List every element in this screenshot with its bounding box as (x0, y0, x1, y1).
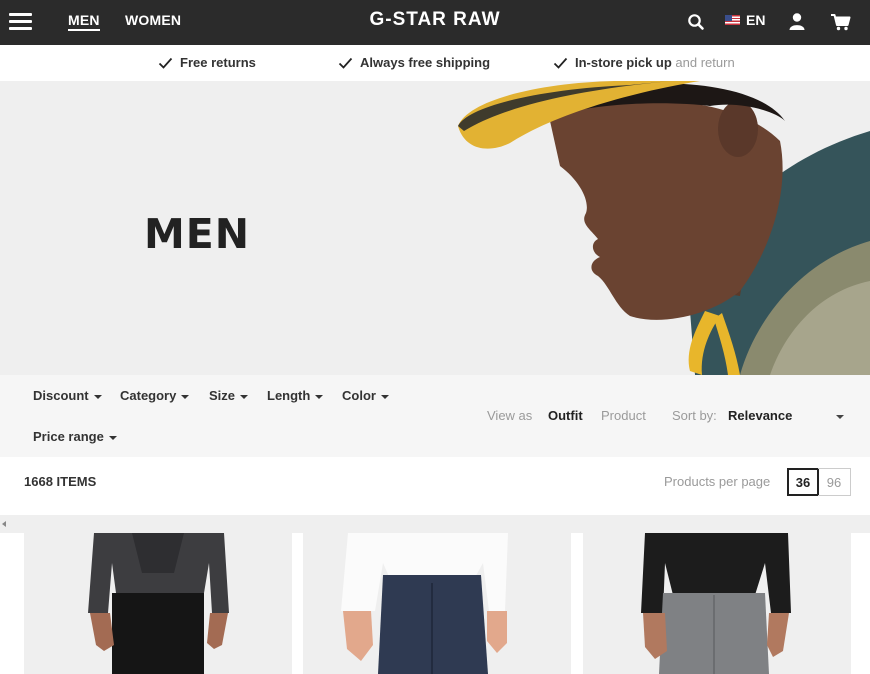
sort-by-label: Sort by: (672, 408, 717, 423)
filter-price-range[interactable]: Price range (33, 429, 117, 444)
benefit-label-suffix: and return (671, 55, 735, 70)
listing-toolbar: 1668 ITEMS Products per page 36 96 (0, 457, 870, 515)
language-label: EN (746, 12, 766, 28)
chevron-down-icon (181, 394, 190, 399)
us-flag-icon (725, 15, 740, 25)
chevron-down-icon (93, 394, 102, 399)
view-product-toggle[interactable]: Product (601, 408, 646, 423)
chevron-down-icon (836, 415, 844, 419)
product-image-denim-jacket (88, 533, 229, 674)
top-navigation: MEN WOMEN G-STAR RAW EN (0, 0, 870, 45)
product-card[interactable] (583, 533, 851, 674)
benefits-bar: Free returns Always free shipping In-sto… (0, 45, 870, 81)
page-title: MEN (144, 210, 251, 258)
benefit-label: In-store pick up (575, 55, 672, 70)
filter-length[interactable]: Length (267, 388, 324, 403)
product-image-white-top-jeans (341, 533, 508, 674)
item-count: 1668 ITEMS (24, 474, 97, 489)
language-selector[interactable]: EN (725, 12, 765, 28)
account-icon[interactable] (787, 12, 807, 32)
filter-bar: Discount Category Size Length Color Pric… (0, 375, 870, 457)
view-outfit-toggle[interactable]: Outfit (548, 408, 583, 423)
chevron-down-icon (380, 394, 389, 399)
checkmark-icon (158, 57, 173, 69)
product-grid (0, 533, 870, 674)
hero-model-image (458, 81, 870, 375)
brand-logo[interactable]: G-STAR RAW (369, 9, 500, 30)
per-page-label: Products per page (664, 474, 771, 489)
filter-color[interactable]: Color (342, 388, 389, 403)
filter-size[interactable]: Size (209, 388, 249, 403)
filter-discount[interactable]: Discount (33, 388, 102, 403)
product-card[interactable] (24, 533, 292, 674)
per-page-96-button[interactable]: 96 (818, 468, 851, 496)
benefit-label: Free returns (180, 55, 256, 70)
view-as-label: View as (487, 408, 533, 423)
nav-link-men[interactable]: MEN (68, 12, 100, 31)
cart-icon[interactable] (830, 12, 852, 32)
product-image-black-sweater-grey-jeans (641, 533, 791, 674)
benefit-free-shipping: Always free shipping (338, 55, 490, 70)
per-page-36-button[interactable]: 36 (787, 468, 819, 496)
benefit-free-returns: Free returns (158, 55, 256, 70)
horizontal-scrollbar[interactable] (0, 515, 870, 533)
hero-banner: MEN (0, 81, 870, 375)
filter-category[interactable]: Category (120, 388, 190, 403)
sort-value: Relevance (728, 408, 793, 423)
nav-link-women[interactable]: WOMEN (125, 12, 181, 28)
chevron-down-icon (108, 435, 117, 440)
checkmark-icon (553, 57, 568, 69)
checkmark-icon (338, 57, 353, 69)
product-card[interactable] (303, 533, 571, 674)
chevron-down-icon (315, 394, 324, 399)
benefit-label: Always free shipping (360, 55, 491, 70)
chevron-down-icon (240, 394, 249, 399)
sort-dropdown[interactable]: Relevance (728, 408, 846, 423)
search-icon[interactable] (686, 12, 706, 32)
menu-icon[interactable] (9, 13, 32, 31)
scroll-left-arrow-icon[interactable] (2, 521, 6, 527)
benefit-in-store-pickup: In-store pick up and return (553, 55, 735, 70)
